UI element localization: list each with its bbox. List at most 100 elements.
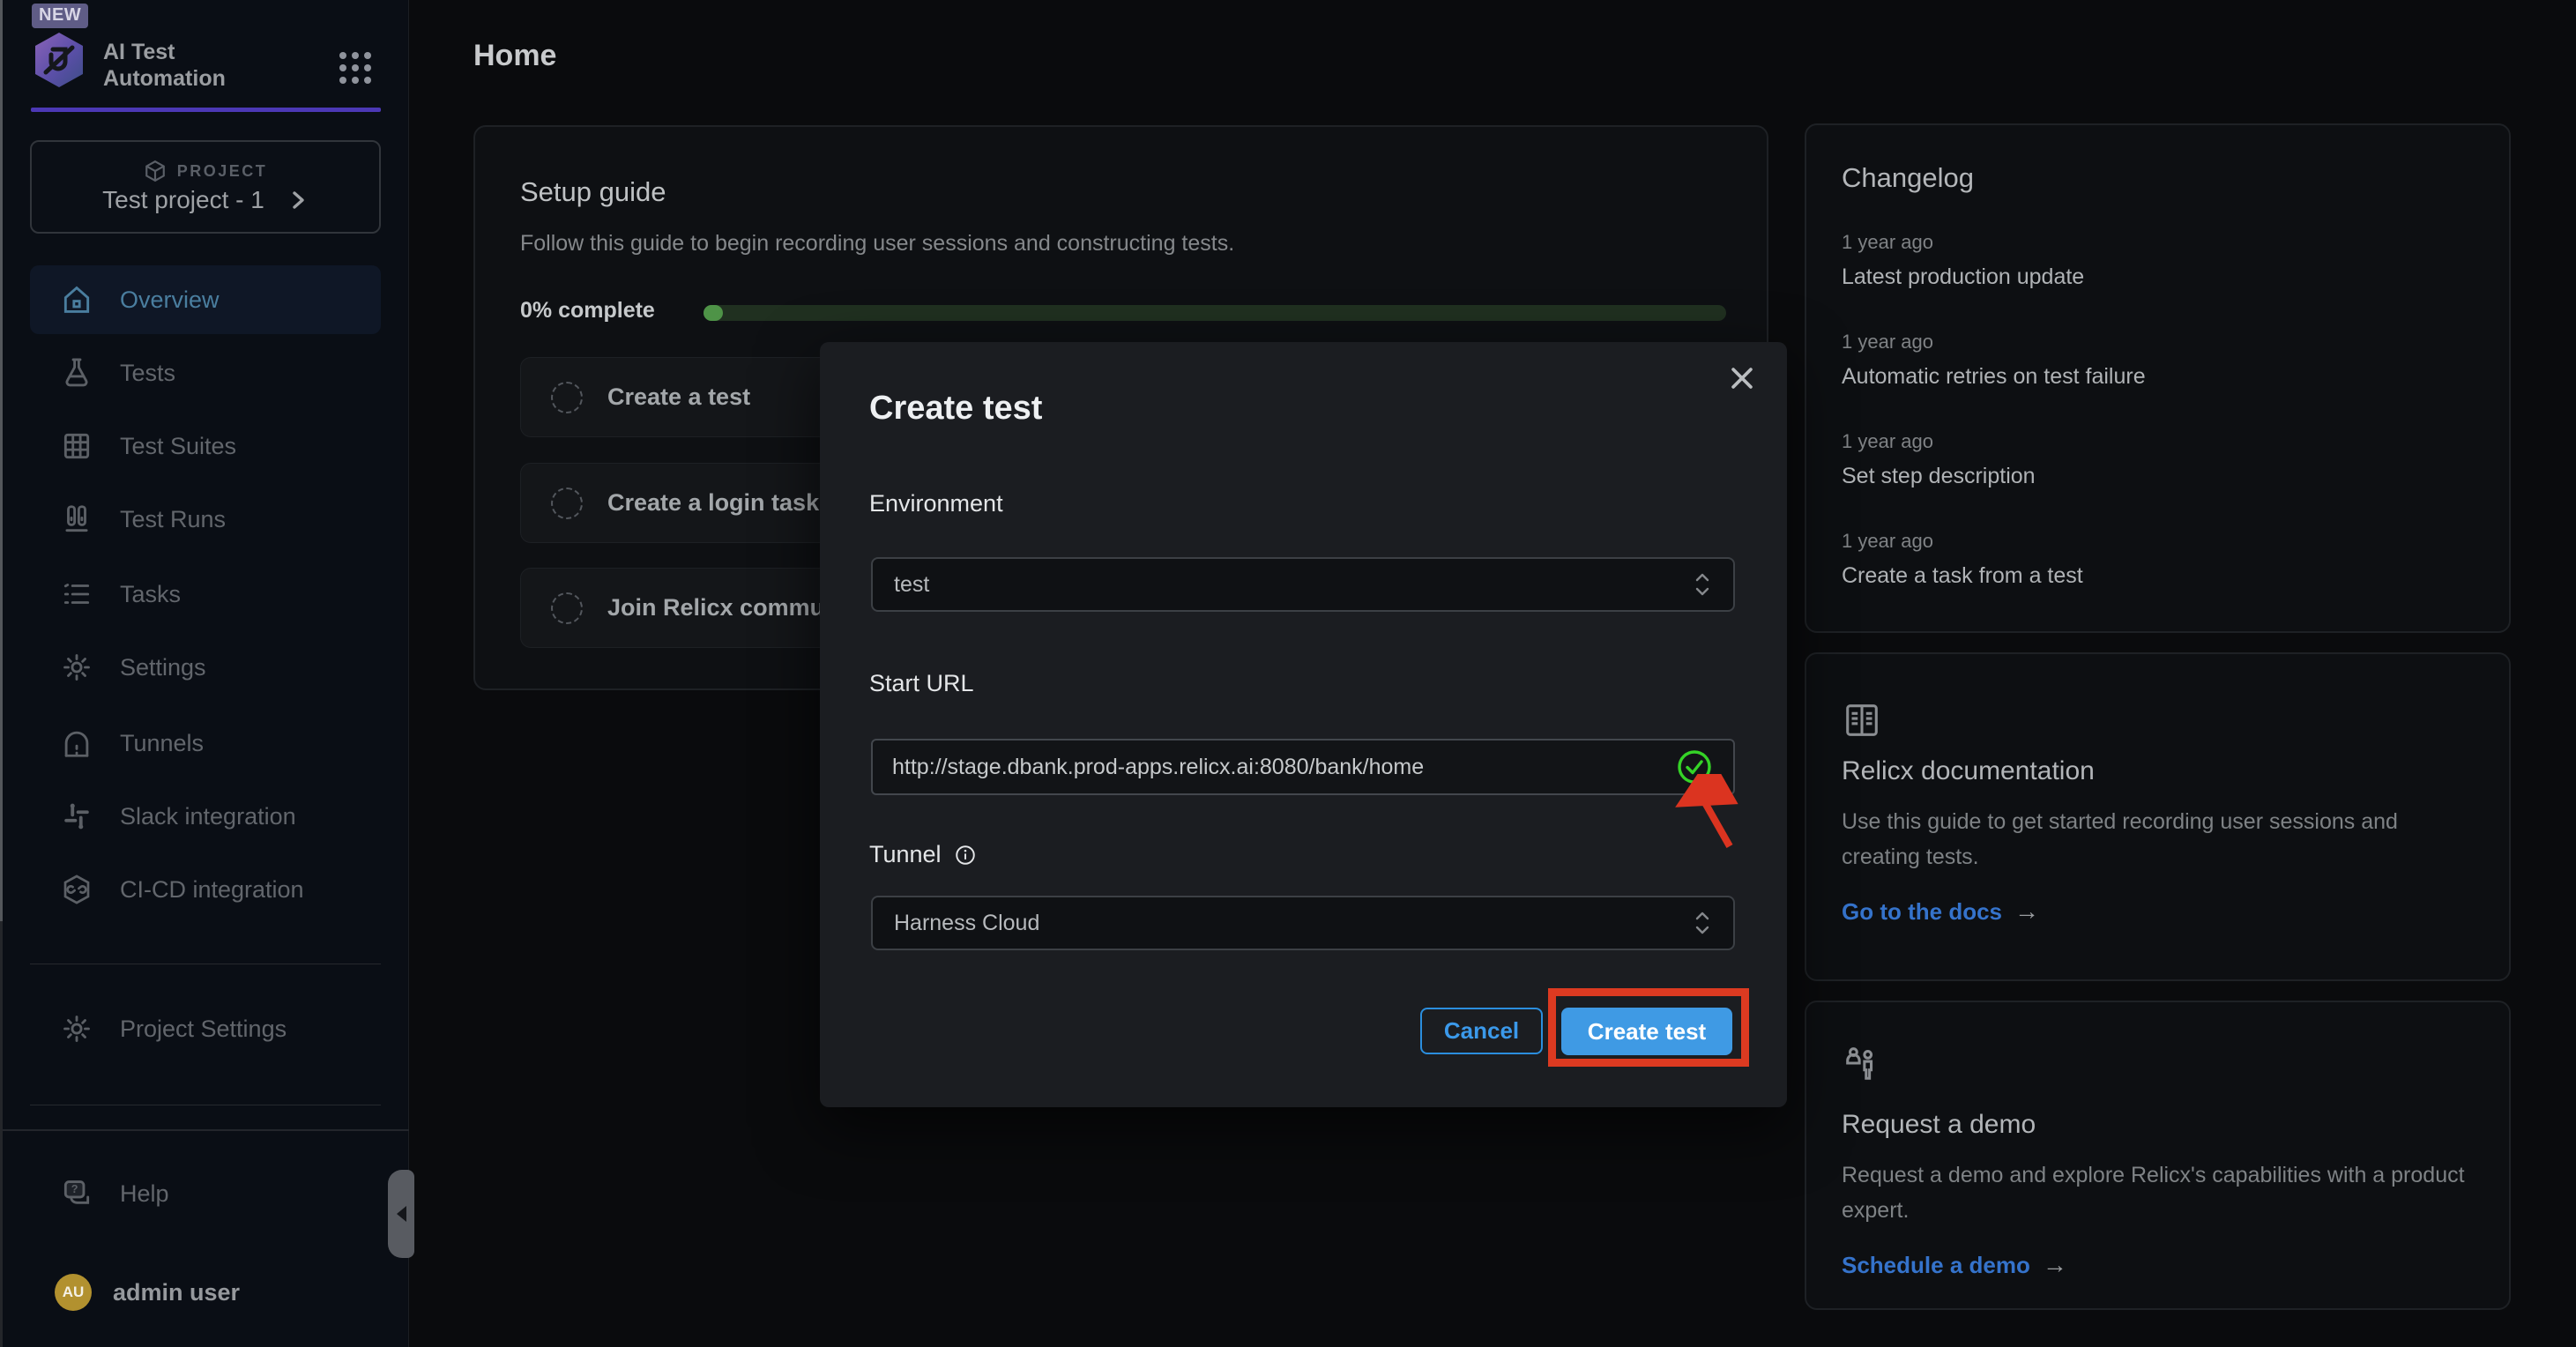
sidebar-item-test-runs[interactable]: Test Runs xyxy=(30,485,381,554)
tunnel-label: Tunnel xyxy=(869,841,977,868)
help-chat-icon: ? xyxy=(60,1177,93,1210)
new-badge: NEW xyxy=(32,4,88,28)
docs-link[interactable]: Go to the docs → xyxy=(1842,897,2039,926)
tunnel-icon xyxy=(60,726,93,760)
docs-heading: Relicx documentation xyxy=(1842,756,2095,786)
window-scrollbar-track xyxy=(0,921,3,1347)
changelog-heading: Changelog xyxy=(1842,162,1974,194)
sidebar-item-settings[interactable]: Settings xyxy=(30,633,381,702)
app-window: NEW AI Test Automation xyxy=(0,0,2576,1347)
cicd-icon xyxy=(60,873,93,906)
environment-label: Environment xyxy=(869,490,1003,517)
sidebar-item-label: Help xyxy=(120,1180,169,1208)
create-test-modal: Create test Environment test Start URL h… xyxy=(820,342,1787,1107)
sidebar: NEW AI Test Automation xyxy=(0,0,409,1347)
slack-icon xyxy=(60,800,93,833)
info-icon[interactable] xyxy=(954,844,977,867)
environment-value: test xyxy=(894,572,1693,598)
sidebar-item-project-settings[interactable]: Project Settings xyxy=(30,994,381,1063)
cube-icon xyxy=(144,160,167,182)
checklist-item-label: Create a test xyxy=(607,383,750,411)
sidebar-item-label: Tasks xyxy=(120,581,181,608)
sidebar-item-label: Project Settings xyxy=(120,1016,287,1043)
sidebar-item-label: Test Runs xyxy=(120,506,226,533)
changelog-time: 1 year ago xyxy=(1842,231,1933,254)
sidebar-item-label: Tests xyxy=(120,360,175,387)
test-runs-icon xyxy=(60,502,93,536)
setup-guide-description: Follow this guide to begin recording use… xyxy=(520,231,1234,257)
close-icon[interactable] xyxy=(1727,363,1757,393)
start-url-value: http://stage.dbank.prod-apps.relicx.ai:8… xyxy=(892,755,1675,780)
sidebar-item-tunnels[interactable]: Tunnels xyxy=(30,709,381,778)
select-chevrons-icon xyxy=(1693,910,1712,936)
changelog-card: Changelog 1 year ago Latest production u… xyxy=(1805,123,2511,633)
window-scrollbar[interactable] xyxy=(0,0,3,921)
start-url-input[interactable]: http://stage.dbank.prod-apps.relicx.ai:8… xyxy=(871,739,1735,795)
changelog-time: 1 year ago xyxy=(1842,530,1933,553)
changelog-entry[interactable]: Set step description xyxy=(1842,464,2036,489)
sidebar-item-slack-integration[interactable]: Slack integration xyxy=(30,782,381,851)
user-name: admin user xyxy=(113,1279,240,1306)
cancel-button[interactable]: Cancel xyxy=(1420,1008,1543,1054)
sidebar-item-tasks[interactable]: Tasks xyxy=(30,560,381,629)
sidebar-item-help[interactable]: ? Help xyxy=(30,1159,381,1228)
progress-fill xyxy=(704,305,723,321)
create-test-button[interactable]: Create test xyxy=(1561,1008,1732,1055)
progress-bar xyxy=(704,305,1726,321)
changelog-time: 1 year ago xyxy=(1842,430,1933,453)
app-logo-icon xyxy=(34,32,85,88)
project-selector[interactable]: PROJECT Test project - 1 xyxy=(30,140,381,234)
sidebar-item-cicd-integration[interactable]: CI-CD integration xyxy=(30,855,381,924)
environment-select[interactable]: test xyxy=(871,557,1735,612)
sidebar-item-label: CI-CD integration xyxy=(120,876,304,904)
changelog-entry[interactable]: Latest production update xyxy=(1842,264,2084,290)
arrow-right-icon: → xyxy=(2014,897,2039,926)
start-url-label: Start URL xyxy=(869,670,974,697)
list-icon xyxy=(60,577,93,611)
tunnel-value: Harness Cloud xyxy=(894,911,1693,936)
app-title: AI Test Automation xyxy=(103,39,226,92)
modal-title: Create test xyxy=(869,390,1042,428)
chevron-left-icon xyxy=(397,1206,406,1222)
sidebar-item-label: Settings xyxy=(120,654,206,681)
gear-icon xyxy=(60,1012,93,1046)
sidebar-item-label: Tunnels xyxy=(120,730,204,757)
sidebar-collapse-handle[interactable] xyxy=(388,1170,414,1258)
checklist-item-label: Create a login task xyxy=(607,489,819,517)
sidebar-item-test-suites[interactable]: Test Suites xyxy=(30,412,381,480)
page-title: Home xyxy=(473,39,556,73)
people-icon xyxy=(1842,1043,1882,1083)
incomplete-step-icon xyxy=(551,487,583,519)
flask-icon xyxy=(60,356,93,390)
valid-check-icon xyxy=(1675,748,1714,786)
sidebar-item-label: Slack integration xyxy=(120,803,296,830)
changelog-entry[interactable]: Create a task from a test xyxy=(1842,563,2083,589)
progress-label: 0% complete xyxy=(520,298,655,324)
sidebar-item-tests[interactable]: Tests xyxy=(30,339,381,407)
home-icon xyxy=(60,283,93,316)
app-switcher-icon[interactable] xyxy=(337,49,374,86)
demo-card: Request a demo Request a demo and explor… xyxy=(1805,1001,2511,1310)
book-icon xyxy=(1842,700,1882,740)
user-menu[interactable]: AU admin user xyxy=(30,1258,381,1327)
svg-text:?: ? xyxy=(71,1183,78,1195)
avatar: AU xyxy=(55,1274,92,1311)
docs-body: Use this guide to get started recording … xyxy=(1842,804,2468,874)
project-name: Test project - 1 xyxy=(102,186,264,214)
incomplete-step-icon xyxy=(551,592,583,624)
gear-icon xyxy=(60,651,93,684)
sidebar-item-overview[interactable]: Overview xyxy=(30,265,381,334)
sidebar-item-label: Overview xyxy=(120,287,220,314)
incomplete-step-icon xyxy=(551,382,583,413)
changelog-time: 1 year ago xyxy=(1842,331,1933,353)
sidebar-bottom-divider xyxy=(0,1129,409,1131)
changelog-entry[interactable]: Automatic retries on test failure xyxy=(1842,364,2146,390)
arrow-right-icon: → xyxy=(2043,1251,2067,1279)
demo-link[interactable]: Schedule a demo → xyxy=(1842,1251,2067,1279)
project-eyebrow-label: PROJECT xyxy=(177,162,268,181)
tunnel-select[interactable]: Harness Cloud xyxy=(871,896,1735,950)
chevron-right-icon xyxy=(287,190,309,211)
table-grid-icon xyxy=(60,429,93,463)
sidebar-item-label: Test Suites xyxy=(120,433,236,460)
setup-guide-heading: Setup guide xyxy=(520,176,666,208)
